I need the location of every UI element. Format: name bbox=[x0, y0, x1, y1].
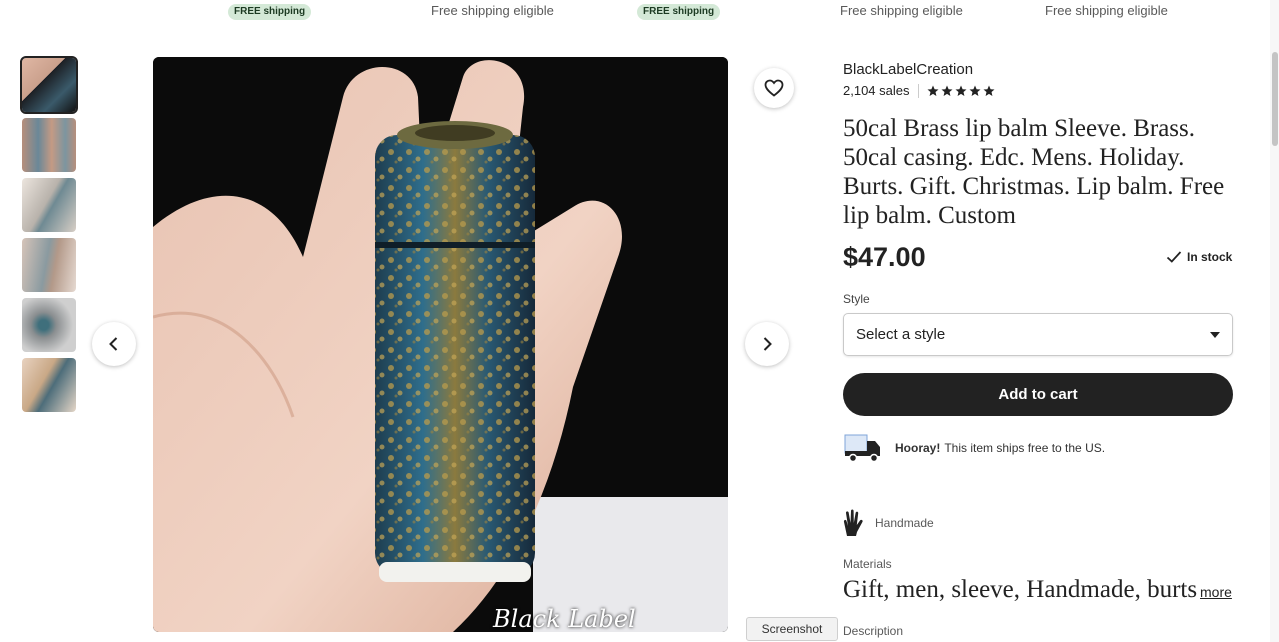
hand-icon bbox=[843, 509, 863, 536]
shipping-text: This item ships free to the US. bbox=[944, 441, 1106, 455]
free-shipping-badge: FREE shipping bbox=[228, 4, 312, 20]
free-shipping-badge: FREE shipping bbox=[637, 4, 721, 20]
stock-text: In stock bbox=[1187, 250, 1233, 264]
description-label: Description bbox=[843, 624, 904, 638]
shipping-note: Hooray! This item ships free to the US. bbox=[843, 432, 1105, 464]
chevron-left-icon bbox=[109, 337, 118, 351]
watermark: Black Label Creation bbox=[493, 605, 636, 632]
style-select[interactable]: Select a style bbox=[843, 313, 1233, 356]
stock-status: In stock bbox=[1166, 250, 1232, 264]
previous-image-button[interactable] bbox=[92, 322, 136, 366]
free-shipping-eligible-text: Free shipping eligible bbox=[431, 3, 554, 18]
star-icon bbox=[969, 85, 980, 96]
sales-count: 2,104 sales bbox=[843, 83, 910, 98]
checkmark-icon bbox=[1166, 251, 1182, 263]
shop-name-link[interactable]: BlackLabelCreation bbox=[843, 61, 973, 78]
shipping-hooray: Hooray! bbox=[895, 441, 941, 455]
delivery-truck-icon bbox=[844, 434, 880, 463]
style-label: Style bbox=[843, 292, 870, 306]
chevron-right-icon bbox=[763, 337, 772, 351]
style-select-value: Select a style bbox=[856, 326, 946, 343]
materials-value: Gift, men, sleeve, Handmade, burts bbox=[843, 576, 1198, 603]
thumbnail-4[interactable] bbox=[22, 238, 76, 292]
scrollbar-thumb[interactable] bbox=[1272, 52, 1278, 146]
listing-title: 50cal Brass lip balm Sleeve. Brass. 50ca… bbox=[843, 115, 1225, 229]
favorite-button[interactable] bbox=[754, 68, 794, 108]
free-shipping-eligible-text: Free shipping eligible bbox=[840, 3, 963, 18]
free-shipping-eligible-text: Free shipping eligible bbox=[1045, 3, 1168, 18]
star-rating[interactable] bbox=[927, 85, 995, 97]
thumbnail-list bbox=[20, 56, 78, 418]
caret-down-icon bbox=[1210, 331, 1220, 338]
thumbnail-5[interactable] bbox=[22, 298, 76, 352]
sales-rating-row: 2,104 sales bbox=[843, 83, 995, 98]
add-to-cart-button[interactable]: Add to cart bbox=[843, 373, 1233, 416]
shipping-strip: FREE shipping Free shipping eligible FRE… bbox=[0, 0, 1270, 24]
thumbnail-6[interactable] bbox=[22, 358, 76, 412]
main-product-image[interactable]: Black Label Creation bbox=[153, 57, 728, 632]
handmade-label: Handmade bbox=[875, 516, 934, 530]
more-link[interactable]: more bbox=[1200, 584, 1232, 600]
scrollbar[interactable] bbox=[1270, 0, 1279, 642]
divider bbox=[917, 83, 919, 98]
star-icon bbox=[927, 85, 938, 96]
price: $47.00 bbox=[843, 242, 926, 272]
screenshot-tooltip: Screenshot bbox=[746, 617, 838, 641]
thumbnail-1[interactable] bbox=[20, 56, 78, 114]
handmade-row: Handmade bbox=[841, 509, 934, 537]
thumbnail-3[interactable] bbox=[22, 178, 76, 232]
thumbnail-2[interactable] bbox=[22, 118, 76, 172]
star-icon bbox=[955, 85, 966, 96]
star-icon bbox=[983, 85, 994, 96]
next-image-button[interactable] bbox=[745, 322, 789, 366]
star-icon bbox=[941, 85, 952, 96]
heart-icon bbox=[764, 79, 784, 97]
materials-label: Materials bbox=[843, 557, 892, 571]
